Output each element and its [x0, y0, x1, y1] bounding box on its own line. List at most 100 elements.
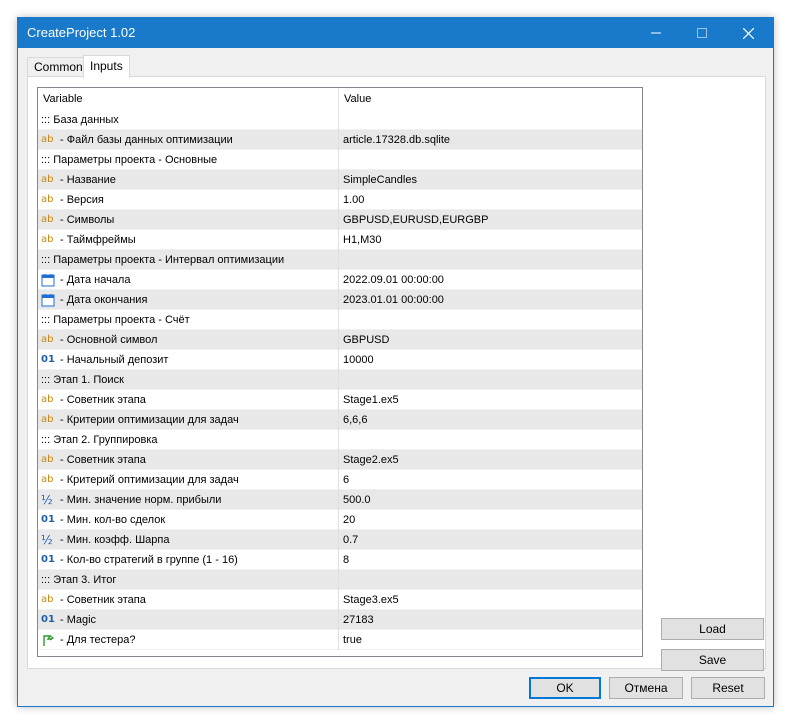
- variable-cell: - Дата окончания: [38, 290, 339, 310]
- table-row[interactable]: ::: Этап 3. Итог: [38, 570, 642, 590]
- table-row[interactable]: ab - Критерии оптимизации для задач 6,6,6: [38, 410, 642, 430]
- table-row[interactable]: ab - Критерий оптимизации для задач 6: [38, 470, 642, 490]
- table-row[interactable]: - Для тестера? true: [38, 630, 642, 650]
- window-title: CreateProject 1.02: [27, 25, 136, 40]
- value-cell[interactable]: 6: [341, 470, 642, 490]
- variable-name: ::: Этап 3. Итог: [41, 574, 117, 586]
- value-cell[interactable]: 500.0: [341, 490, 642, 510]
- table-row[interactable]: ab - Таймфреймы H1,M30: [38, 230, 642, 250]
- value-cell[interactable]: 6,6,6: [341, 410, 642, 430]
- variable-cell: ::: Параметры проекта - Счёт: [38, 310, 339, 330]
- value-cell[interactable]: GBPUSD: [341, 330, 642, 350]
- table-row[interactable]: ½ - Мин. значение норм. прибыли 500.0: [38, 490, 642, 510]
- variable-cell: 01 - Мин. кол-во сделок: [38, 510, 339, 530]
- double-icon: ½: [41, 493, 53, 507]
- double-icon: ½: [41, 533, 53, 547]
- integer-icon: 01: [41, 614, 55, 625]
- table-row[interactable]: 01 - Начальный депозит 10000: [38, 350, 642, 370]
- value-cell[interactable]: [341, 310, 642, 330]
- variable-name: - Символы: [60, 214, 115, 226]
- column-header-variable[interactable]: Variable: [38, 88, 339, 110]
- value-cell[interactable]: 27183: [341, 610, 642, 630]
- table-row[interactable]: - Дата окончания 2023.01.01 00:00:00: [38, 290, 642, 310]
- variable-cell: ::: Параметры проекта - Основные: [38, 150, 339, 170]
- reset-button[interactable]: Reset: [691, 677, 765, 699]
- table-row[interactable]: 01 - Мин. кол-во сделок 20: [38, 510, 642, 530]
- value-cell[interactable]: 2023.01.01 00:00:00: [341, 290, 642, 310]
- value-cell[interactable]: 20: [341, 510, 642, 530]
- value-cell[interactable]: 0.7: [341, 530, 642, 550]
- variable-cell: ab - Символы: [38, 210, 339, 230]
- title-bar[interactable]: CreateProject 1.02: [18, 18, 773, 48]
- value-cell[interactable]: Stage2.ex5: [341, 450, 642, 470]
- value-cell[interactable]: [341, 110, 642, 130]
- table-row[interactable]: ab - Советник этапа Stage1.ex5: [38, 390, 642, 410]
- value-cell[interactable]: [341, 250, 642, 270]
- variable-cell: 01 - Начальный депозит: [38, 350, 339, 370]
- integer-icon: 01: [41, 354, 55, 365]
- table-row[interactable]: ½ - Мин. коэфф. Шарпа 0.7: [38, 530, 642, 550]
- value-cell[interactable]: [341, 150, 642, 170]
- variable-name: - Версия: [60, 194, 104, 206]
- table-row[interactable]: 01 - Magic 27183: [38, 610, 642, 630]
- variable-name: - Название: [60, 174, 116, 186]
- value-cell[interactable]: article.17328.db.sqlite: [341, 130, 642, 150]
- variable-name: - Мин. значение норм. прибыли: [60, 494, 222, 506]
- table-row[interactable]: ab - Советник этапа Stage2.ex5: [38, 450, 642, 470]
- value-cell[interactable]: Stage1.ex5: [341, 390, 642, 410]
- cancel-button[interactable]: Отмена: [609, 677, 683, 699]
- value-cell[interactable]: [341, 570, 642, 590]
- value-cell[interactable]: SimpleCandles: [341, 170, 642, 190]
- value-cell[interactable]: H1,M30: [341, 230, 642, 250]
- value-cell[interactable]: 2022.09.01 00:00:00: [341, 270, 642, 290]
- value-cell[interactable]: 8: [341, 550, 642, 570]
- grid-rows: ::: База данных ab - Файл базы данных опт…: [38, 110, 642, 650]
- string-icon: ab: [41, 134, 54, 145]
- value-cell[interactable]: GBPUSD,EURUSD,EURGBP: [341, 210, 642, 230]
- table-row[interactable]: ab - Основной символ GBPUSD: [38, 330, 642, 350]
- variable-name: - Советник этапа: [60, 394, 146, 406]
- variable-cell: - Дата начала: [38, 270, 339, 290]
- string-icon: ab: [41, 194, 54, 205]
- close-button[interactable]: [725, 18, 771, 48]
- table-row[interactable]: ::: Параметры проекта - Интервал оптимиз…: [38, 250, 642, 270]
- table-row[interactable]: ab - Советник этапа Stage3.ex5: [38, 590, 642, 610]
- variable-name: - Magic: [60, 614, 97, 626]
- table-row[interactable]: ::: Этап 2. Группировка: [38, 430, 642, 450]
- table-row[interactable]: ab - Версия 1.00: [38, 190, 642, 210]
- value-cell[interactable]: [341, 370, 642, 390]
- table-row[interactable]: ab - Символы GBPUSD,EURUSD,EURGBP: [38, 210, 642, 230]
- variable-name: ::: Параметры проекта - Счёт: [41, 314, 190, 326]
- table-row[interactable]: ::: Этап 1. Поиск: [38, 370, 642, 390]
- tab-inputs[interactable]: Inputs: [83, 55, 130, 78]
- save-button[interactable]: Save: [661, 649, 764, 671]
- minimize-button[interactable]: [633, 18, 679, 48]
- ok-button[interactable]: OK: [529, 677, 601, 699]
- table-row[interactable]: ::: Параметры проекта - Счёт: [38, 310, 642, 330]
- table-row[interactable]: 01 - Кол-во стратегий в группе (1 - 16) 8: [38, 550, 642, 570]
- variable-name: ::: Этап 1. Поиск: [41, 374, 124, 386]
- string-icon: ab: [41, 594, 54, 605]
- tab-common[interactable]: Common: [27, 57, 90, 77]
- table-row[interactable]: ::: Параметры проекта - Основные: [38, 150, 642, 170]
- value-cell[interactable]: 1.00: [341, 190, 642, 210]
- value-cell[interactable]: 10000: [341, 350, 642, 370]
- column-header-value[interactable]: Value: [339, 88, 642, 110]
- table-row[interactable]: ::: База данных: [38, 110, 642, 130]
- table-row[interactable]: ab - Файл базы данных оптимизации article…: [38, 130, 642, 150]
- value-cell[interactable]: [341, 430, 642, 450]
- string-icon: ab: [41, 174, 54, 185]
- maximize-button[interactable]: [679, 18, 725, 48]
- table-row[interactable]: - Дата начала 2022.09.01 00:00:00: [38, 270, 642, 290]
- string-icon: ab: [41, 414, 54, 425]
- variable-cell: ab - Версия: [38, 190, 339, 210]
- value-cell[interactable]: Stage3.ex5: [341, 590, 642, 610]
- variable-name: - Мин. коэфф. Шарпа: [60, 534, 170, 546]
- variable-name: - Советник этапа: [60, 454, 146, 466]
- value-cell[interactable]: true: [341, 630, 642, 650]
- variable-cell: ½ - Мин. коэфф. Шарпа: [38, 530, 339, 550]
- string-icon: ab: [41, 234, 54, 245]
- variable-name: - Критерии оптимизации для задач: [60, 414, 239, 426]
- load-button[interactable]: Load: [661, 618, 764, 640]
- table-row[interactable]: ab - Название SimpleCandles: [38, 170, 642, 190]
